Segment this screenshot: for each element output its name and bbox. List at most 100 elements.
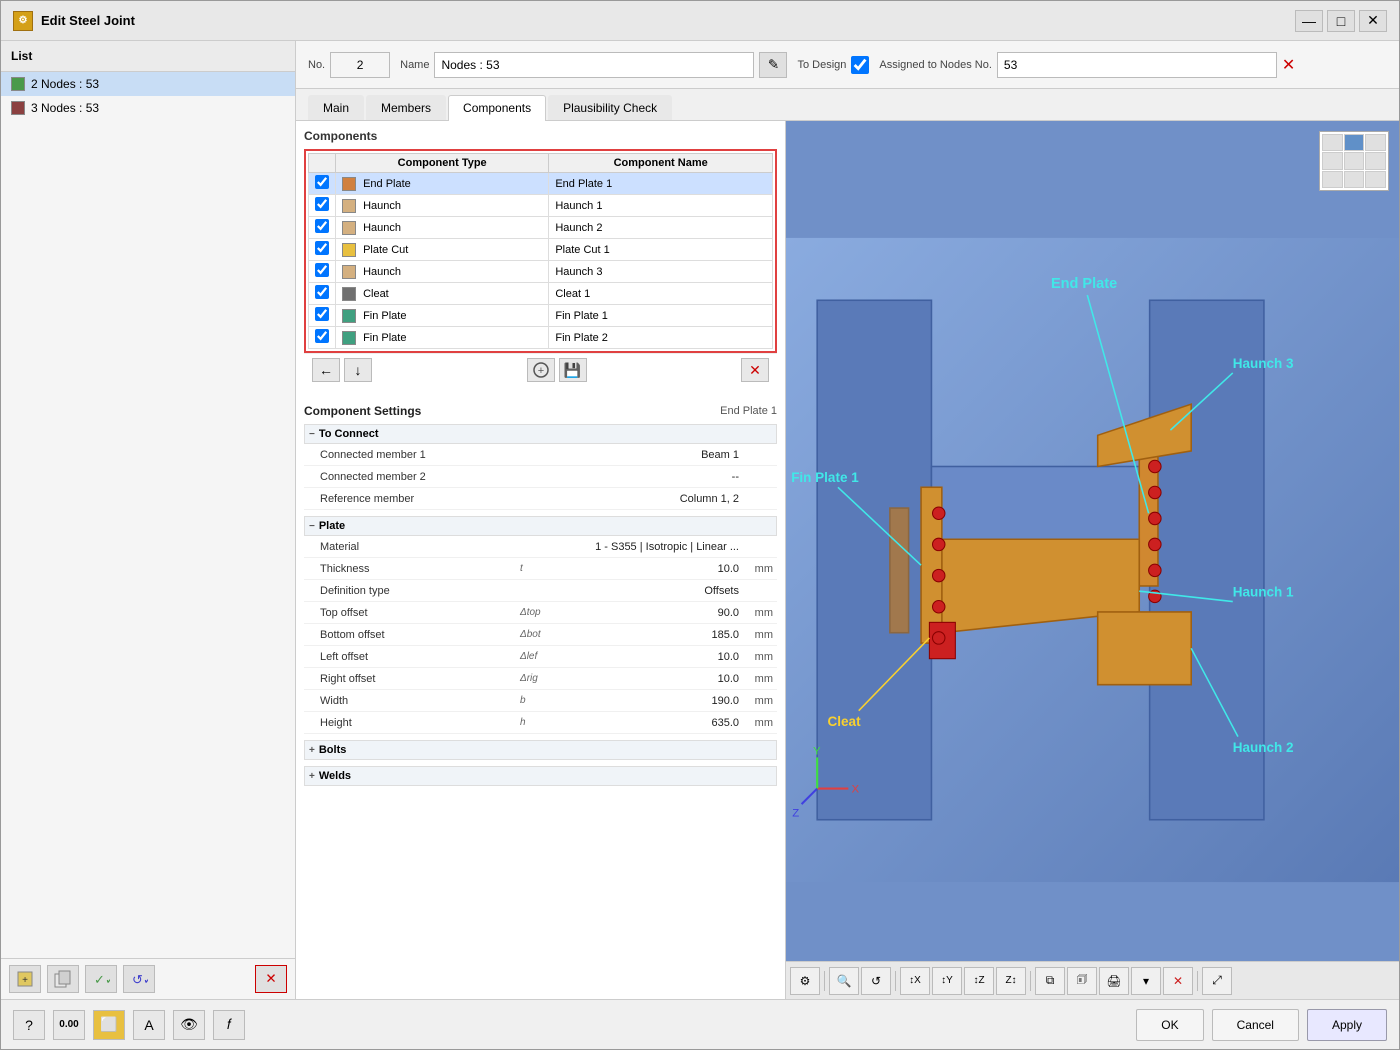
view-y-button[interactable]: ↕Y: [932, 967, 962, 995]
view-sep-2: [895, 971, 896, 991]
view-z-button[interactable]: ↕Z: [964, 967, 994, 995]
move-down-button[interactable]: ↓: [344, 358, 372, 382]
component-row-4[interactable]: Haunch Haunch 3: [309, 261, 773, 283]
component-name-5: Cleat 1: [549, 283, 773, 305]
group-label-3: Welds: [319, 770, 351, 782]
group-header-3[interactable]: + Welds: [304, 766, 777, 786]
view-x-button[interactable]: ↕X: [900, 967, 930, 995]
tab-plausibility[interactable]: Plausibility Check: [548, 95, 672, 120]
components-table: Component Type Component Name End Plate …: [308, 153, 773, 349]
assigned-label: Assigned to Nodes No.: [879, 59, 992, 71]
check-button[interactable]: ✓✓: [85, 965, 117, 993]
view-print-button[interactable]: 🖨: [1099, 967, 1129, 995]
name-input[interactable]: [434, 52, 754, 78]
help-button[interactable]: ?: [13, 1010, 45, 1040]
list-item-3-color: [11, 101, 25, 115]
component-color-6: [342, 309, 356, 323]
mini-map[interactable]: [1319, 131, 1389, 191]
component-check-5[interactable]: [315, 285, 329, 299]
tab-main[interactable]: Main: [308, 95, 364, 120]
name-edit-button[interactable]: ✎: [759, 52, 787, 78]
view-layers-button[interactable]: ⧉: [1035, 967, 1065, 995]
view-settings-button[interactable]: ⚙: [790, 967, 820, 995]
assigned-input[interactable]: [997, 52, 1277, 78]
close-button[interactable]: ✕: [1359, 10, 1387, 32]
minimize-button[interactable]: —: [1295, 10, 1323, 32]
mini-cell-6: [1365, 152, 1386, 169]
settings-symbol-1-5: Δlef: [520, 651, 560, 662]
view-export-button[interactable]: ▾: [1131, 967, 1161, 995]
view-3d-button[interactable]: 🗊: [1067, 967, 1097, 995]
component-row-1[interactable]: Haunch Haunch 1: [309, 195, 773, 217]
ok-button[interactable]: OK: [1136, 1009, 1203, 1041]
tab-members[interactable]: Members: [366, 95, 446, 120]
refresh-button[interactable]: ↺✓: [123, 965, 155, 993]
settings-row-0-1: Connected member 2 --: [304, 466, 777, 488]
apply-button[interactable]: Apply: [1307, 1009, 1387, 1041]
no-input[interactable]: [330, 52, 390, 78]
settings-label-1-0: Material: [320, 541, 520, 553]
delete-component-button[interactable]: ✕: [741, 358, 769, 382]
component-check-1[interactable]: [315, 197, 329, 211]
component-check-0[interactable]: [315, 175, 329, 189]
view-rotate-button[interactable]: ↺: [861, 967, 891, 995]
settings-label-1-3: Top offset: [320, 607, 520, 619]
settings-unit-1-5: mm: [743, 651, 773, 663]
add-joint-button[interactable]: +: [9, 965, 41, 993]
svg-text:Haunch 2: Haunch 2: [1233, 740, 1294, 755]
to-design-group: To Design: [797, 56, 869, 74]
component-check-6[interactable]: [315, 307, 329, 321]
assigned-remove-button[interactable]: ✕: [1282, 55, 1295, 75]
component-check-3[interactable]: [315, 241, 329, 255]
component-name-3: Plate Cut 1: [549, 239, 773, 261]
view-cancel-button[interactable]: ✕: [1163, 967, 1193, 995]
mini-cell-9: [1365, 171, 1386, 188]
color-button[interactable]: ⬜: [93, 1010, 125, 1040]
list-item-2[interactable]: 2 Nodes : 53: [1, 72, 295, 96]
group-header-0[interactable]: − To Connect: [304, 424, 777, 444]
cancel-button[interactable]: Cancel: [1212, 1009, 1299, 1041]
component-row-6[interactable]: Fin Plate Fin Plate 1: [309, 305, 773, 327]
group-header-1[interactable]: − Plate: [304, 516, 777, 536]
view-zoom-button[interactable]: 🔍: [829, 967, 859, 995]
list-item-3[interactable]: 3 Nodes : 53: [1, 96, 295, 120]
component-type-5: Cleat: [363, 287, 389, 299]
settings-group-3: + Welds: [304, 766, 777, 786]
save-component-button[interactable]: 💾: [559, 358, 587, 382]
to-design-label: To Design: [797, 59, 846, 71]
3d-view[interactable]: End Plate Haunch 3 Fin Plate 1 Haunch 1 …: [786, 121, 1399, 999]
svg-text:+: +: [537, 365, 543, 377]
move-up-button[interactable]: ←: [312, 358, 340, 382]
to-design-checkbox[interactable]: [851, 56, 869, 74]
settings-row-1-7: Width b 190.0 mm: [304, 690, 777, 712]
formula-button[interactable]: 𝑓: [213, 1010, 245, 1040]
name-label: Name: [400, 59, 429, 71]
title-bar: ⚙ Edit Steel Joint — □ ✕: [1, 1, 1399, 41]
settings-value-1-8: 635.0: [560, 717, 739, 729]
list-item-3-label: 3 Nodes : 53: [31, 101, 99, 115]
svg-text:+: +: [22, 975, 28, 986]
component-check-7[interactable]: [315, 329, 329, 343]
view-z2-button[interactable]: Z↕: [996, 967, 1026, 995]
maximize-button[interactable]: □: [1327, 10, 1355, 32]
component-check-2[interactable]: [315, 219, 329, 233]
component-row-0[interactable]: End Plate End Plate 1: [309, 173, 773, 195]
component-row-3[interactable]: Plate Cut Plate Cut 1: [309, 239, 773, 261]
copy-joint-button[interactable]: [47, 965, 79, 993]
material-button[interactable]: A: [133, 1010, 165, 1040]
view-expand-button[interactable]: ⤢: [1202, 967, 1232, 995]
settings-row-1-6: Right offset Δrig 10.0 mm: [304, 668, 777, 690]
settings-label-1-4: Bottom offset: [320, 629, 520, 641]
component-row-2[interactable]: Haunch Haunch 2: [309, 217, 773, 239]
component-check-4[interactable]: [315, 263, 329, 277]
settings-label-1-7: Width: [320, 695, 520, 707]
display-button[interactable]: 👁: [173, 1010, 205, 1040]
tab-components[interactable]: Components: [448, 95, 546, 121]
component-row-7[interactable]: Fin Plate Fin Plate 2: [309, 327, 773, 349]
delete-joint-button[interactable]: ✕: [255, 965, 287, 993]
units-button[interactable]: 0.00: [53, 1010, 85, 1040]
settings-value-0-1: --: [560, 471, 739, 483]
new-component-button[interactable]: +: [527, 358, 555, 382]
group-header-2[interactable]: + Bolts: [304, 740, 777, 760]
component-row-5[interactable]: Cleat Cleat 1: [309, 283, 773, 305]
